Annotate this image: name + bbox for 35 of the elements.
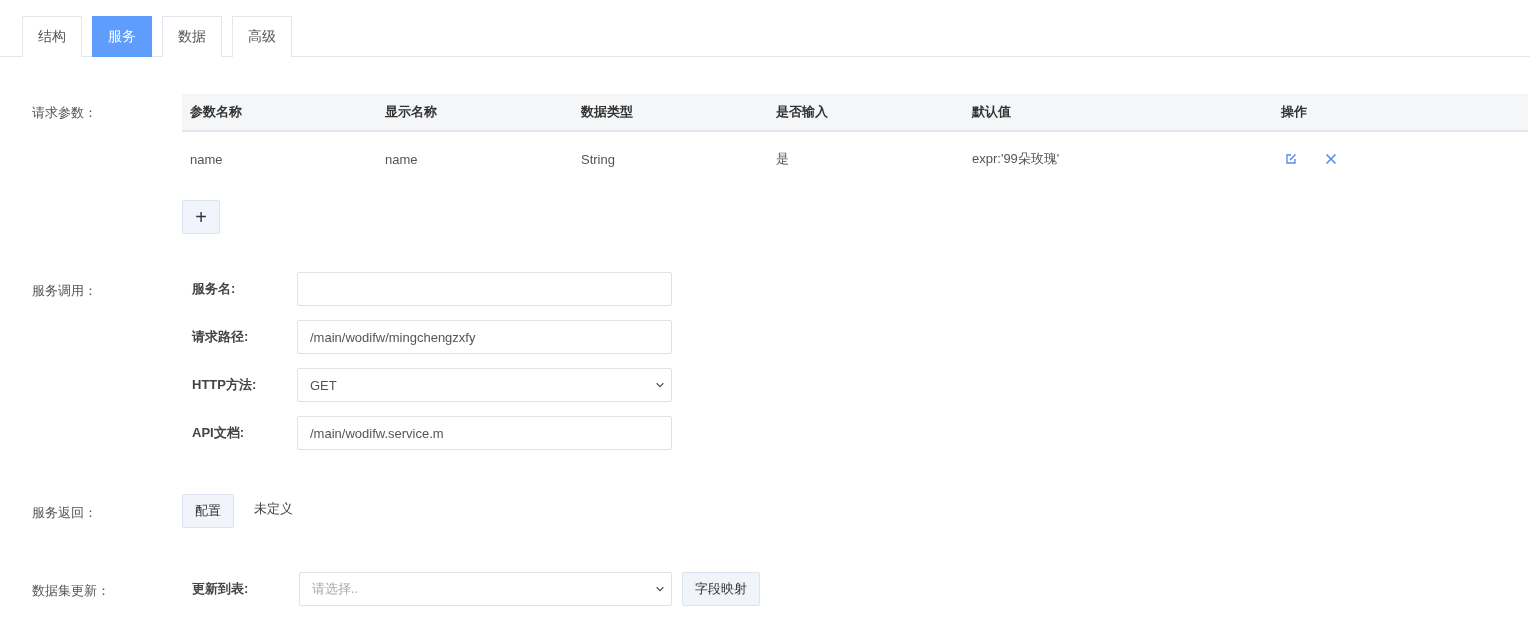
section-label: 服务返回： <box>32 504 98 522</box>
column-header: 默认值 <box>970 103 1012 121</box>
field-label: 更新到表: <box>192 580 250 598</box>
select-field[interactable]: GET <box>297 368 672 402</box>
tab[interactable]: 结构 <box>22 16 82 57</box>
table-cell-text: String <box>580 151 616 167</box>
field-label: HTTP方法: <box>192 376 258 394</box>
field-label: 服务名: <box>192 280 237 298</box>
add-button[interactable]: + <box>182 200 220 234</box>
section-label: 请求参数： <box>32 104 98 122</box>
close-icon[interactable] <box>1325 153 1337 165</box>
chevron-down-icon <box>655 584 665 594</box>
field-mapping-button[interactable]: 字段映射 <box>682 572 760 606</box>
field-label: 请求路径: <box>192 328 250 346</box>
table-cell-text: 是 <box>775 150 790 168</box>
column-header: 数据类型 <box>580 103 634 121</box>
input-field[interactable] <box>297 272 672 306</box>
section-label: 数据集更新： <box>32 582 111 600</box>
field-label: API文档: <box>192 424 245 442</box>
tab[interactable]: 数据 <box>162 16 222 57</box>
table-cell-text: name <box>384 151 419 167</box>
section-label: 服务调用： <box>32 282 98 300</box>
column-header: 是否输入 <box>775 103 829 121</box>
input-field[interactable]: /main/wodifw/mingchengzxfy <box>297 320 672 354</box>
column-header: 显示名称 <box>384 103 438 121</box>
config-button[interactable]: 配置 <box>182 494 234 528</box>
column-header: 操作 <box>1280 103 1308 121</box>
input-field[interactable]: /main/wodifw.service.m <box>297 416 672 450</box>
column-header: 参数名称 <box>189 103 243 121</box>
chevron-down-icon <box>655 380 665 390</box>
table-cell-text: expr:'99朵玫瑰' <box>971 150 1061 168</box>
edit-icon[interactable] <box>1285 153 1297 165</box>
status-text: 未定义 <box>254 500 293 518</box>
tab[interactable]: 高级 <box>232 16 292 57</box>
table-cell-text: name <box>189 151 224 167</box>
